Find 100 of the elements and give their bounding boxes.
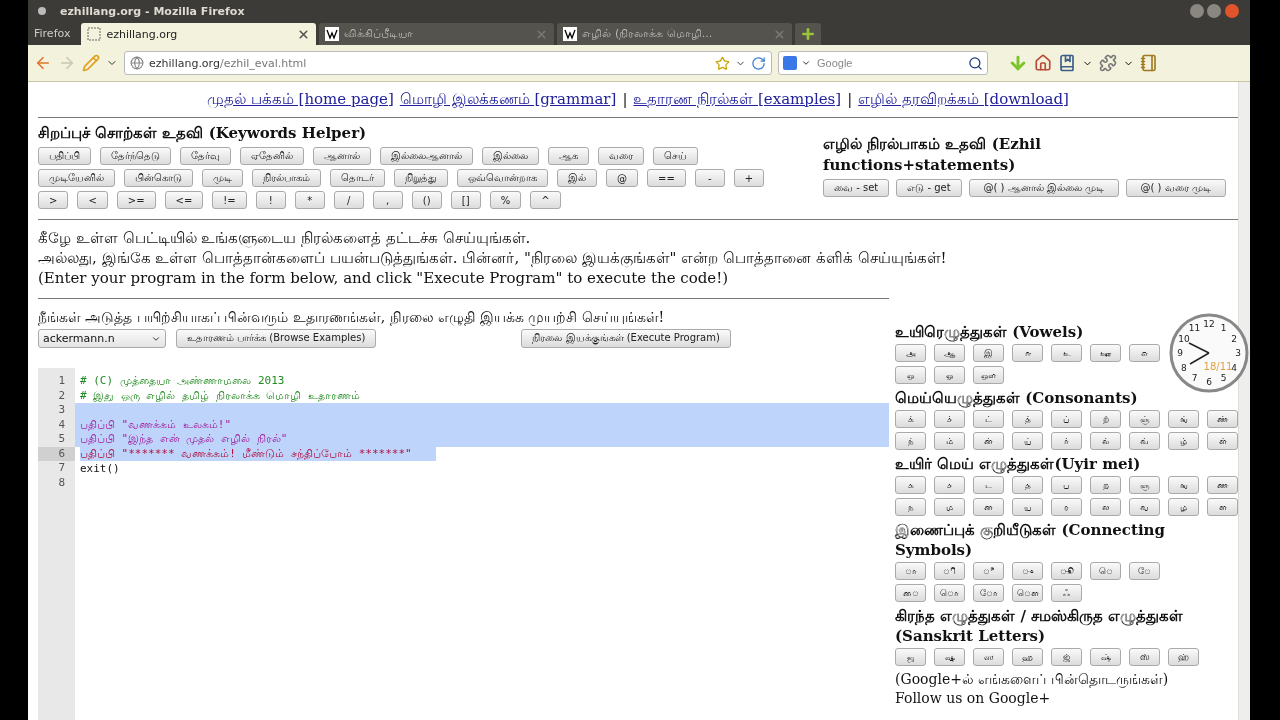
letter-button[interactable]: ங் — [1168, 410, 1199, 428]
notebook-icon[interactable] — [1140, 54, 1158, 72]
letter-button[interactable]: ஷ் — [1090, 648, 1121, 666]
keyword-button[interactable]: / — [333, 191, 364, 209]
letter-button[interactable]: ய் — [1012, 432, 1043, 450]
letter-button[interactable]: ஞ் — [1129, 410, 1160, 428]
keyword-button[interactable]: இல்லை — [482, 147, 539, 165]
browser-tab[interactable]: ezhillang.org — [81, 23, 317, 45]
keyword-button[interactable]: >= — [116, 191, 156, 209]
letter-button[interactable]: ச — [934, 476, 965, 494]
keyword-button[interactable]: வரை — [598, 147, 644, 165]
keyword-button[interactable]: ^ — [530, 191, 561, 209]
new-tab-button[interactable] — [795, 23, 822, 45]
keyword-button[interactable]: இல் — [557, 169, 597, 187]
letter-button[interactable]: ◌ை — [895, 584, 926, 602]
letter-button[interactable]: ◌ூ — [1051, 562, 1082, 580]
example-select[interactable]: ackermann.n — [38, 329, 166, 348]
keyword-button[interactable]: ஆனால் — [313, 147, 371, 165]
letter-button[interactable]: ல — [1090, 498, 1121, 516]
letter-button[interactable]: ற — [1090, 476, 1121, 494]
search-icon[interactable] — [968, 55, 983, 71]
letter-button[interactable]: ◌ோ — [973, 584, 1004, 602]
letter-button[interactable]: ம — [934, 498, 965, 516]
star-icon[interactable] — [715, 55, 730, 71]
puzzle-icon[interactable] — [1099, 54, 1117, 72]
keyword-button[interactable]: தொடர் — [330, 169, 385, 187]
firefox-menu-button[interactable]: Firefox — [28, 27, 79, 45]
keyword-button[interactable]: இல்லைஆனால் — [380, 147, 473, 165]
keyword-button[interactable]: முடி — [202, 169, 243, 187]
letter-button[interactable]: எ — [1129, 344, 1160, 362]
back-icon[interactable] — [34, 54, 52, 72]
keyword-button[interactable]: + — [733, 169, 765, 187]
browse-button[interactable]: உதாரணம் பார்க்க (Browse Examples) — [176, 329, 377, 348]
browser-tab[interactable]: எழில் (நிரலாக்க மொழி... — [557, 23, 793, 45]
letter-button[interactable]: ம் — [934, 432, 965, 450]
letter-button[interactable]: ஓ — [934, 366, 965, 384]
bookmarks-icon[interactable] — [1058, 54, 1076, 72]
letter-button[interactable]: ட — [973, 476, 1004, 494]
letter-button[interactable]: ஔ — [973, 366, 1004, 384]
keyword-button[interactable]: () — [411, 191, 442, 209]
keyword-button[interactable]: ஒவ்வொன்றாக — [457, 169, 548, 187]
browser-tab[interactable]: விக்கிப்பீடியா — [319, 23, 555, 45]
letter-button[interactable]: ஊ — [1090, 344, 1121, 362]
function-button[interactable]: எடு - get — [896, 179, 962, 197]
letter-button[interactable]: ◌ொ — [934, 584, 965, 602]
keyword-button[interactable]: நிறுத்து — [394, 169, 448, 187]
letter-button[interactable]: க — [895, 476, 926, 494]
letter-button[interactable]: ங — [1168, 476, 1199, 494]
letter-button[interactable]: ◌ெ — [1090, 562, 1121, 580]
letter-button[interactable]: ஸ் — [1129, 648, 1160, 666]
letter-button[interactable]: ◌ி — [934, 562, 965, 580]
keyword-button[interactable]: != — [212, 191, 247, 209]
reload-icon[interactable] — [751, 55, 766, 71]
keyword-button[interactable]: * — [294, 191, 325, 209]
letter-button[interactable]: ர் — [1051, 432, 1082, 450]
function-button[interactable]: @( ) ஆனால் இல்லை முடி — [968, 179, 1119, 197]
letter-button[interactable]: ர — [1051, 498, 1082, 516]
letter-button[interactable]: ள் — [1207, 432, 1238, 450]
letter-button[interactable]: ப — [1051, 476, 1082, 494]
keyword-button[interactable]: == — [647, 169, 686, 187]
letter-button[interactable]: ட் — [973, 410, 1004, 428]
home-icon[interactable] — [1034, 54, 1052, 72]
letter-button[interactable]: ய — [1012, 498, 1043, 516]
keyword-button[interactable]: - — [694, 169, 725, 187]
letter-button[interactable]: ண — [1207, 476, 1238, 494]
nav-link[interactable]: எழில் தரவிறக்கம் [download] — [858, 90, 1069, 110]
dropdown-icon[interactable] — [801, 58, 811, 68]
keyword-button[interactable]: @ — [606, 169, 638, 187]
letter-button[interactable]: ஈ — [1012, 344, 1043, 362]
letter-button[interactable]: ஜ — [895, 648, 926, 666]
letter-button[interactable]: ஷ — [934, 648, 965, 666]
keyword-button[interactable]: % — [489, 191, 522, 209]
letter-button[interactable]: த் — [1012, 410, 1043, 428]
letter-button[interactable]: ஆ — [934, 344, 965, 362]
letter-button[interactable]: க் — [895, 410, 926, 428]
letter-button[interactable]: ஸ — [973, 648, 1004, 666]
letter-button[interactable]: த — [1012, 476, 1043, 494]
keyword-button[interactable]: > — [38, 191, 69, 209]
keyword-button[interactable]: தேர்ந்தெடு — [100, 147, 171, 165]
letter-button[interactable]: ழ — [1168, 498, 1199, 516]
keyword-button[interactable]: நிரல்பாகம் — [252, 169, 321, 187]
keyword-button[interactable]: பின்கொடு — [124, 169, 193, 187]
search-bar[interactable]: Google — [778, 51, 988, 75]
letter-button[interactable]: ஹ — [1012, 648, 1043, 666]
letter-button[interactable]: அ — [895, 344, 926, 362]
download-icon[interactable] — [1008, 53, 1028, 73]
letter-button[interactable]: ◌ௌ — [1012, 584, 1043, 602]
letter-button[interactable]: ந் — [895, 432, 926, 450]
keyword-button[interactable]: பதிப்பி — [38, 147, 91, 165]
letter-button[interactable]: ப் — [1051, 410, 1082, 428]
keyword-button[interactable]: முடியேனில் — [38, 169, 115, 187]
pencil-icon[interactable] — [82, 54, 100, 72]
letter-button[interactable]: வ — [1129, 498, 1160, 516]
nav-link[interactable]: முதல் பக்கம் [home page] — [207, 90, 394, 110]
letter-button[interactable]: ஞ — [1129, 476, 1160, 494]
keyword-button[interactable]: < — [77, 191, 108, 209]
letter-button[interactable]: ◌ா — [895, 562, 926, 580]
letter-button[interactable]: ண் — [1207, 410, 1238, 428]
letter-button[interactable]: ற் — [1090, 410, 1121, 428]
nav-link[interactable]: மொழி இலக்கணம் [grammar] — [399, 90, 617, 110]
